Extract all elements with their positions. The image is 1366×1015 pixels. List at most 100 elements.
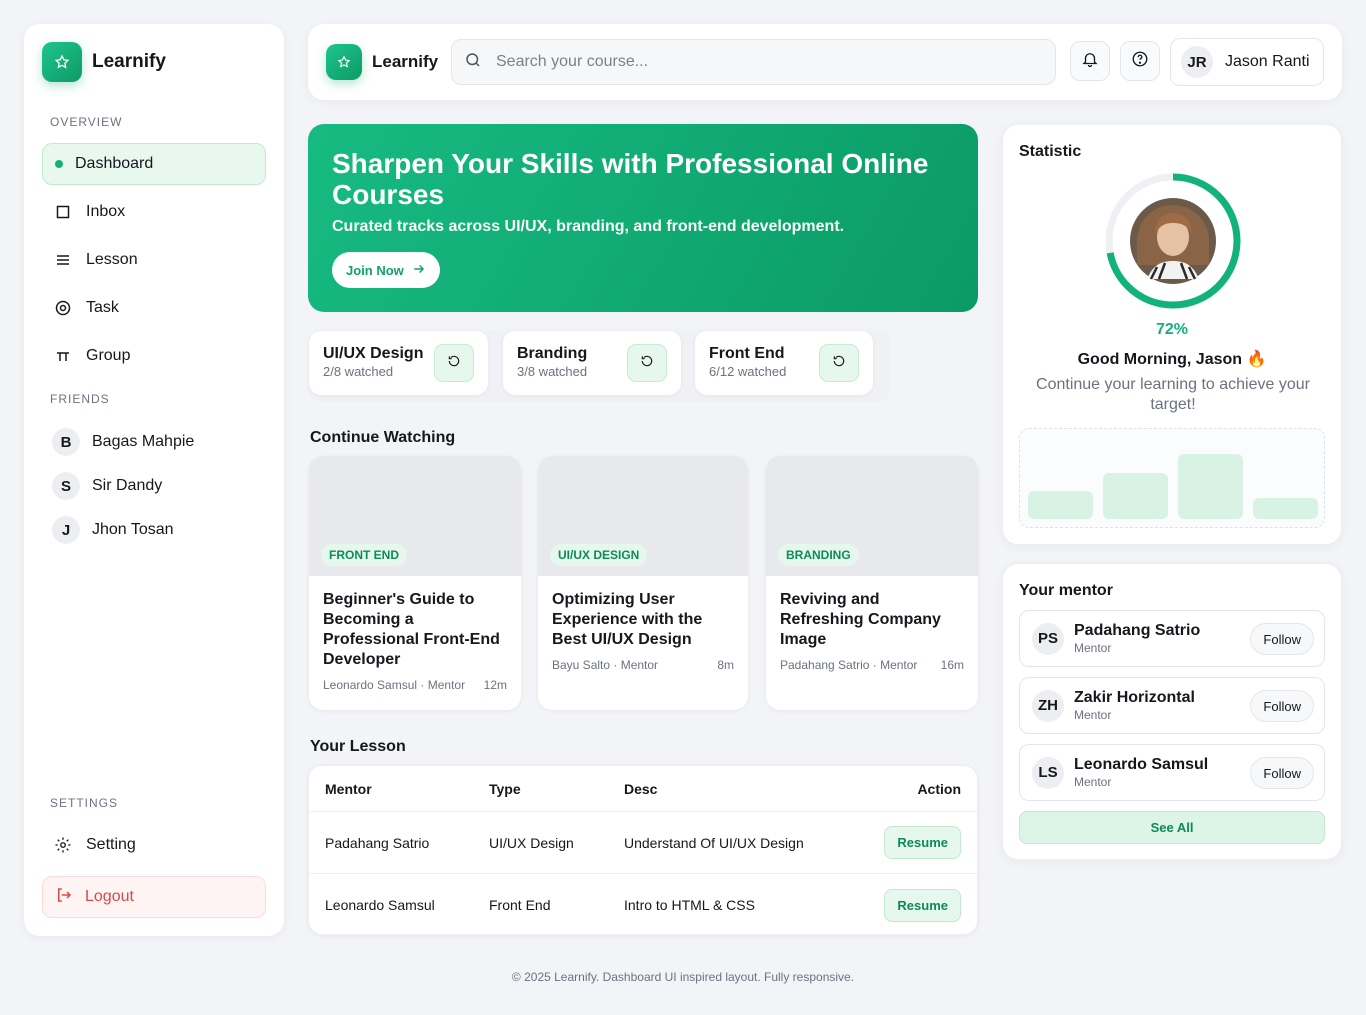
logout-button[interactable]: Logout <box>42 876 266 918</box>
course-progress-card[interactable]: Front End 6/12 watched <box>695 331 873 395</box>
notification-button[interactable] <box>1070 41 1110 81</box>
activity-bar <box>1178 454 1243 519</box>
lesson-desc: Understand Of UI/UX Design <box>624 834 804 851</box>
sidebar-brand[interactable]: Learnify <box>42 42 166 82</box>
user-menu[interactable]: JR Jason Ranti <box>1170 38 1324 86</box>
group-icon <box>54 347 72 365</box>
video-title: Reviving and Refreshing Company Image <box>780 591 941 648</box>
sidebar-item-label: Inbox <box>86 203 126 220</box>
settings-label: SETTINGS <box>50 796 119 810</box>
avatar: J <box>52 516 80 544</box>
search-input[interactable]: Search your course... <box>451 39 1056 85</box>
friend-item[interactable]: S Sir Dandy <box>52 472 162 500</box>
video-title: Optimizing User Experience with the Best… <box>552 591 703 648</box>
list-icon <box>54 251 72 269</box>
lesson-desc: Intro to HTML & CSS <box>624 897 755 913</box>
progress-ring <box>1105 173 1241 309</box>
avatar: PS <box>1032 622 1064 655</box>
video-duration: 12m <box>483 678 507 692</box>
inbox-icon <box>54 203 72 221</box>
profile-photo <box>1130 198 1216 284</box>
greeting-message: Continue your learning to achieve your t… <box>1036 376 1310 413</box>
mentor-name: Leonardo Samsul <box>1074 756 1209 773</box>
replay-button[interactable] <box>627 344 667 382</box>
help-icon <box>1131 50 1149 73</box>
join-now-button[interactable]: Join Now <box>332 252 440 288</box>
logo-icon <box>326 44 362 80</box>
category-badge: UI/UX DESIGN <box>550 544 648 566</box>
activity-bar <box>1028 491 1093 519</box>
friend-item[interactable]: B Bagas Mahpie <box>52 428 194 456</box>
friend-name: Jhon Tosan <box>92 521 174 538</box>
category-badge: BRANDING <box>778 544 859 566</box>
video-duration: 16m <box>940 658 964 672</box>
resume-button[interactable]: Resume <box>884 888 961 922</box>
greeting: Good Morning, Jason 🔥 <box>1077 351 1267 368</box>
video-card[interactable]: FRONT END Beginner's Guide to Becoming a… <box>309 456 521 710</box>
mentor-role: Mentor <box>1074 775 1112 789</box>
video-card[interactable]: UI/UX DESIGN Optimizing User Experience … <box>538 456 748 710</box>
video-card[interactable]: BRANDING Reviving and Refreshing Company… <box>766 456 978 710</box>
replay-button[interactable] <box>434 344 474 382</box>
lesson-type: Front End <box>489 897 551 913</box>
lesson-mentor: Padahang Satrio <box>325 834 430 851</box>
see-all-button[interactable]: See All <box>1019 811 1325 844</box>
category-badge: FRONT END <box>321 544 407 566</box>
mentor-item[interactable]: ZH Zakir Horizontal Mentor Follow <box>1019 677 1325 734</box>
video-title: Beginner's Guide to Becoming a Professio… <box>323 591 500 668</box>
table-row: Padahang Satrio UI/UX Design Understand … <box>309 812 977 874</box>
replay-icon <box>447 354 461 373</box>
resume-button[interactable]: Resume <box>884 826 961 859</box>
bell-icon <box>1081 50 1099 73</box>
activity-bar <box>1103 473 1168 519</box>
replay-button[interactable] <box>819 344 859 382</box>
sidebar-item-label: Group <box>86 347 131 364</box>
friend-item[interactable]: J Jhon Tosan <box>52 516 174 544</box>
hero-title: Sharpen Your Skills with Professional On… <box>332 148 929 210</box>
sidebar-item-task[interactable]: Task <box>42 287 266 329</box>
mentor-role: Mentor <box>1074 641 1112 655</box>
mentor-name: Padahang Satrio <box>1074 622 1201 639</box>
help-button[interactable] <box>1120 41 1160 81</box>
your-lesson-title: Your Lesson <box>310 738 406 755</box>
mentor-name: Zakir Horizontal <box>1074 689 1195 706</box>
video-mentor: Padahang Satrio · Mentor <box>780 658 918 672</box>
activity-chart <box>1019 428 1325 528</box>
follow-button[interactable]: Follow <box>1250 690 1314 722</box>
activity-bar <box>1253 498 1318 519</box>
friend-name: Bagas Mahpie <box>92 433 195 450</box>
mentor-item[interactable]: LS Leonardo Samsul Mentor Follow <box>1019 744 1325 801</box>
continue-watching-title: Continue Watching <box>310 429 456 446</box>
video-duration: 8m <box>717 658 734 672</box>
lesson-table: Mentor Type Desc Action Padahang Satrio … <box>308 765 978 935</box>
active-dot-icon <box>55 160 63 168</box>
sidebar-item-inbox[interactable]: Inbox <box>42 191 266 233</box>
friend-name: Sir Dandy <box>92 477 163 494</box>
sidebar-item-group[interactable]: Group <box>42 335 266 377</box>
sidebar-item-label: Setting <box>86 836 136 853</box>
lesson-type: UI/UX Design <box>489 834 574 851</box>
logout-label: Logout <box>85 888 134 905</box>
search-icon <box>464 51 482 74</box>
gear-icon <box>54 836 72 854</box>
course-progress-card[interactable]: Branding 3/8 watched <box>503 331 681 395</box>
search-placeholder: Search your course... <box>496 53 649 70</box>
avatar: JR <box>1181 46 1213 78</box>
mentor-panel: Your mentor PS Padahang Satrio Mentor Fo… <box>1002 563 1342 860</box>
sidebar-item-lesson[interactable]: Lesson <box>42 239 266 281</box>
overview-label: OVERVIEW <box>50 115 123 129</box>
follow-button[interactable]: Follow <box>1250 623 1314 655</box>
mentor-item[interactable]: PS Padahang Satrio Mentor Follow <box>1019 610 1325 667</box>
replay-icon <box>640 354 654 373</box>
sidebar-item-label: Lesson <box>86 251 138 268</box>
avatar: S <box>52 472 80 500</box>
mentor-role: Mentor <box>1074 708 1112 722</box>
brand-name: Learnify <box>372 52 439 71</box>
header-brand[interactable]: Learnify <box>326 44 438 80</box>
course-progress-card[interactable]: UI/UX Design 2/8 watched <box>309 331 488 395</box>
sidebar-item-dashboard[interactable]: Dashboard <box>42 143 266 185</box>
video-mentor: Leonardo Samsul · Mentor <box>323 678 466 692</box>
table-row: Leonardo Samsul Front End Intro to HTML … <box>309 874 977 934</box>
follow-button[interactable]: Follow <box>1250 757 1314 789</box>
sidebar-item-setting[interactable]: Setting <box>42 824 266 866</box>
